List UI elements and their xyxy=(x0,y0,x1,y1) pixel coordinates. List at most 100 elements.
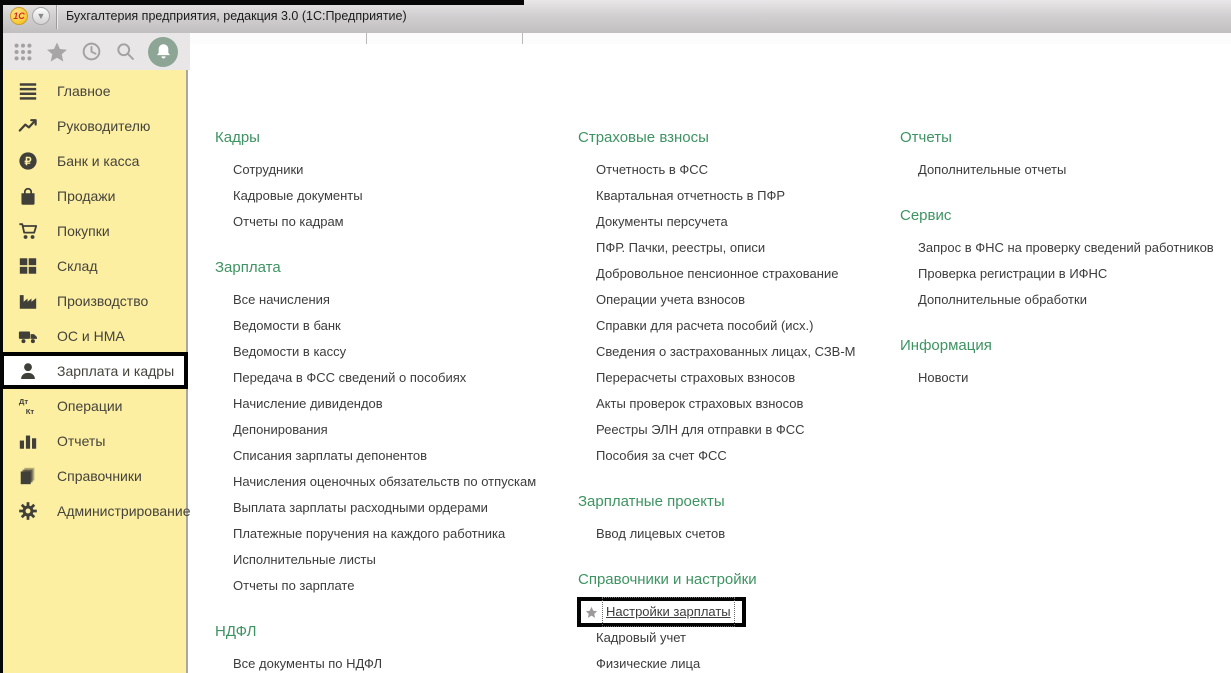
menu-link[interactable]: Ведомости в кассу xyxy=(215,339,578,365)
menu-link[interactable]: Ведомости в банк xyxy=(215,313,578,339)
menu-link[interactable]: Исполнительные листы xyxy=(215,547,578,573)
tab-separator xyxy=(522,33,523,44)
menu-link[interactable]: Сведения о застрахованных лицах, СЗВ-М xyxy=(578,339,900,365)
menu-link[interactable]: Дополнительные отчеты xyxy=(900,157,1231,183)
menu-link[interactable]: Квартальная отчетность в ПФР xyxy=(578,183,900,209)
menu-link[interactable]: ПФР. Пачки, реестры, описи xyxy=(578,235,900,261)
sidebar-item-label: Продажи xyxy=(57,188,115,204)
ruble-icon: ₽ xyxy=(18,151,38,171)
factory-icon xyxy=(18,291,38,311)
menu-link[interactable]: Ввод лицевых счетов xyxy=(578,521,900,547)
sidebar-item-5[interactable]: Склад xyxy=(0,248,186,283)
menu-link[interactable]: Настройки зарплаты xyxy=(602,597,735,627)
menu-link[interactable]: Справки для расчета пособий (исх.) xyxy=(578,313,900,339)
bell-icon xyxy=(154,42,173,61)
system-menu-button[interactable]: ▼ xyxy=(32,7,50,25)
menu-link[interactable]: Перерасчеты страховых взносов xyxy=(578,365,900,391)
sidebar-item-7[interactable]: ОС и НМА xyxy=(0,318,186,353)
menu-link[interactable]: Дополнительные обработки xyxy=(900,287,1231,313)
menu-link[interactable]: Добровольное пенсионное страхование xyxy=(578,261,900,287)
section-title: Кадры xyxy=(215,128,578,148)
svg-text:Дт: Дт xyxy=(19,397,28,406)
cart-icon xyxy=(18,221,38,241)
menu-link[interactable]: Реестры ЭЛН для отправки в ФСС xyxy=(578,417,900,443)
sidebar-item-12[interactable]: Администрирование xyxy=(0,493,186,528)
sidebar-nav: ГлавноеРуководителю ₽ Банк и касса Продажи П… xyxy=(0,70,188,673)
menu-link[interactable]: Все документы по НДФЛ xyxy=(215,651,578,673)
trend-icon xyxy=(18,116,38,136)
menu-link[interactable]: Начисления оценочных обязательств по отп… xyxy=(215,469,578,495)
main-panel: КадрыСотрудникиКадровые документыОтчеты … xyxy=(190,44,1231,673)
sidebar-item-2[interactable]: ₽ Банк и касса xyxy=(0,143,186,178)
menu-section: ОтчетыДополнительные отчеты xyxy=(900,128,1231,183)
sidebar-item-10[interactable]: Отчеты xyxy=(0,423,186,458)
person-icon xyxy=(18,361,38,381)
menu-link[interactable]: Новости xyxy=(900,365,1231,391)
menu-column-2: ОтчетыДополнительные отчетыСервисЗапрос … xyxy=(900,128,1231,414)
sidebar-item-label: Производство xyxy=(57,293,148,309)
sidebar-item-11[interactable]: Справочники xyxy=(0,458,186,493)
favorite-star-icon[interactable] xyxy=(584,605,599,620)
screen-edge-left xyxy=(0,0,3,673)
sidebar-item-label: ОС и НМА xyxy=(57,328,125,344)
apps-grid-button[interactable] xyxy=(12,41,34,63)
svg-text:₽: ₽ xyxy=(25,156,32,168)
favorites-button[interactable] xyxy=(46,41,68,63)
menu-link[interactable]: Отчеты по зарплате xyxy=(215,573,578,599)
history-button[interactable] xyxy=(80,41,102,63)
menu-item-highlighted: Настройки зарплаты xyxy=(578,599,900,625)
menu-link[interactable]: Платежные поручения на каждого работника xyxy=(215,521,578,547)
menu-link[interactable]: Проверка регистрации в ИФНС xyxy=(900,261,1231,287)
favorites-star-icon xyxy=(45,40,69,64)
sidebar-item-1[interactable]: Руководителю xyxy=(0,108,186,143)
logo-text: 1С xyxy=(13,11,25,21)
tab-separator xyxy=(366,33,367,44)
menu-section: Информация Новости xyxy=(900,336,1231,391)
menu-link[interactable]: Кадровый учет xyxy=(578,625,900,651)
menu-link[interactable]: Выплата зарплаты расходными ордерами xyxy=(215,495,578,521)
sidebar-item-4[interactable]: Покупки xyxy=(0,213,186,248)
screen-edge-top xyxy=(0,0,524,5)
menu-link[interactable]: Кадровые документы xyxy=(215,183,578,209)
menu-link[interactable]: Отчетность в ФСС xyxy=(578,157,900,183)
sidebar-item-label: Отчеты xyxy=(57,433,105,449)
menu-link[interactable]: Запрос в ФНС на проверку сведений работн… xyxy=(900,235,1231,261)
menu-link[interactable]: Физические лица xyxy=(578,651,900,673)
notifications-button[interactable] xyxy=(148,37,178,67)
menu-link[interactable]: Отчеты по кадрам xyxy=(215,209,578,235)
menu-column-1: Страховые взносы Отчетность в ФССКварталь… xyxy=(578,128,900,673)
sidebar-item-3[interactable]: Продажи xyxy=(0,178,186,213)
sidebar-item-9[interactable]: ДтКтОперации xyxy=(0,388,186,423)
menu-link[interactable]: Пособия за счет ФСС xyxy=(578,443,900,469)
books-icon xyxy=(18,466,38,486)
sidebar-item-0[interactable]: Главное xyxy=(0,73,186,108)
menu-link[interactable]: Сотрудники xyxy=(215,157,578,183)
menu-link[interactable]: Списания зарплаты депонентов xyxy=(215,443,578,469)
hamburger-icon xyxy=(18,81,38,101)
menu-link[interactable]: Документы персучета xyxy=(578,209,900,235)
menu-link[interactable]: Начисление дивидендов xyxy=(215,391,578,417)
sidebar-item-label: Склад xyxy=(57,258,98,274)
sidebar-item-6[interactable]: Производство xyxy=(0,283,186,318)
menu-link[interactable]: Депонирования xyxy=(215,417,578,443)
sidebar-item-label: Зарплата и кадры xyxy=(57,363,174,379)
sidebar-item-label: Администрирование xyxy=(57,503,191,519)
menu-link[interactable]: Акты проверок страховых взносов xyxy=(578,391,900,417)
section-title: Страховые взносы xyxy=(578,128,900,148)
section-title: Зарплатные проекты xyxy=(578,492,900,512)
section-title: Зарплата xyxy=(215,258,578,278)
menu-column-0: КадрыСотрудникиКадровые документыОтчеты … xyxy=(215,128,578,673)
app-window: 1С ▼ Бухгалтерия предприятия, редакция 3… xyxy=(0,0,1231,673)
sidebar-item-label: Банк и касса xyxy=(57,153,139,169)
menu-section: Справочники и настройкиНастройки зарплат… xyxy=(578,570,900,673)
section-title: Информация xyxy=(900,336,1231,356)
menu-link[interactable]: Все начисления xyxy=(215,287,578,313)
highlight-frame: Настройки зарплаты xyxy=(577,597,746,627)
sidebar-item-label: Справочники xyxy=(57,468,142,484)
search-button[interactable] xyxy=(114,41,136,63)
menu-link[interactable]: Операции учета взносов xyxy=(578,287,900,313)
menu-section: Страховые взносы Отчетность в ФССКварталь… xyxy=(578,128,900,469)
menu-link[interactable]: Передача в ФСС сведений о пособиях xyxy=(215,365,578,391)
sidebar-item-label: Покупки xyxy=(57,223,110,239)
sidebar-item-8[interactable]: Зарплата и кадры xyxy=(0,352,188,389)
